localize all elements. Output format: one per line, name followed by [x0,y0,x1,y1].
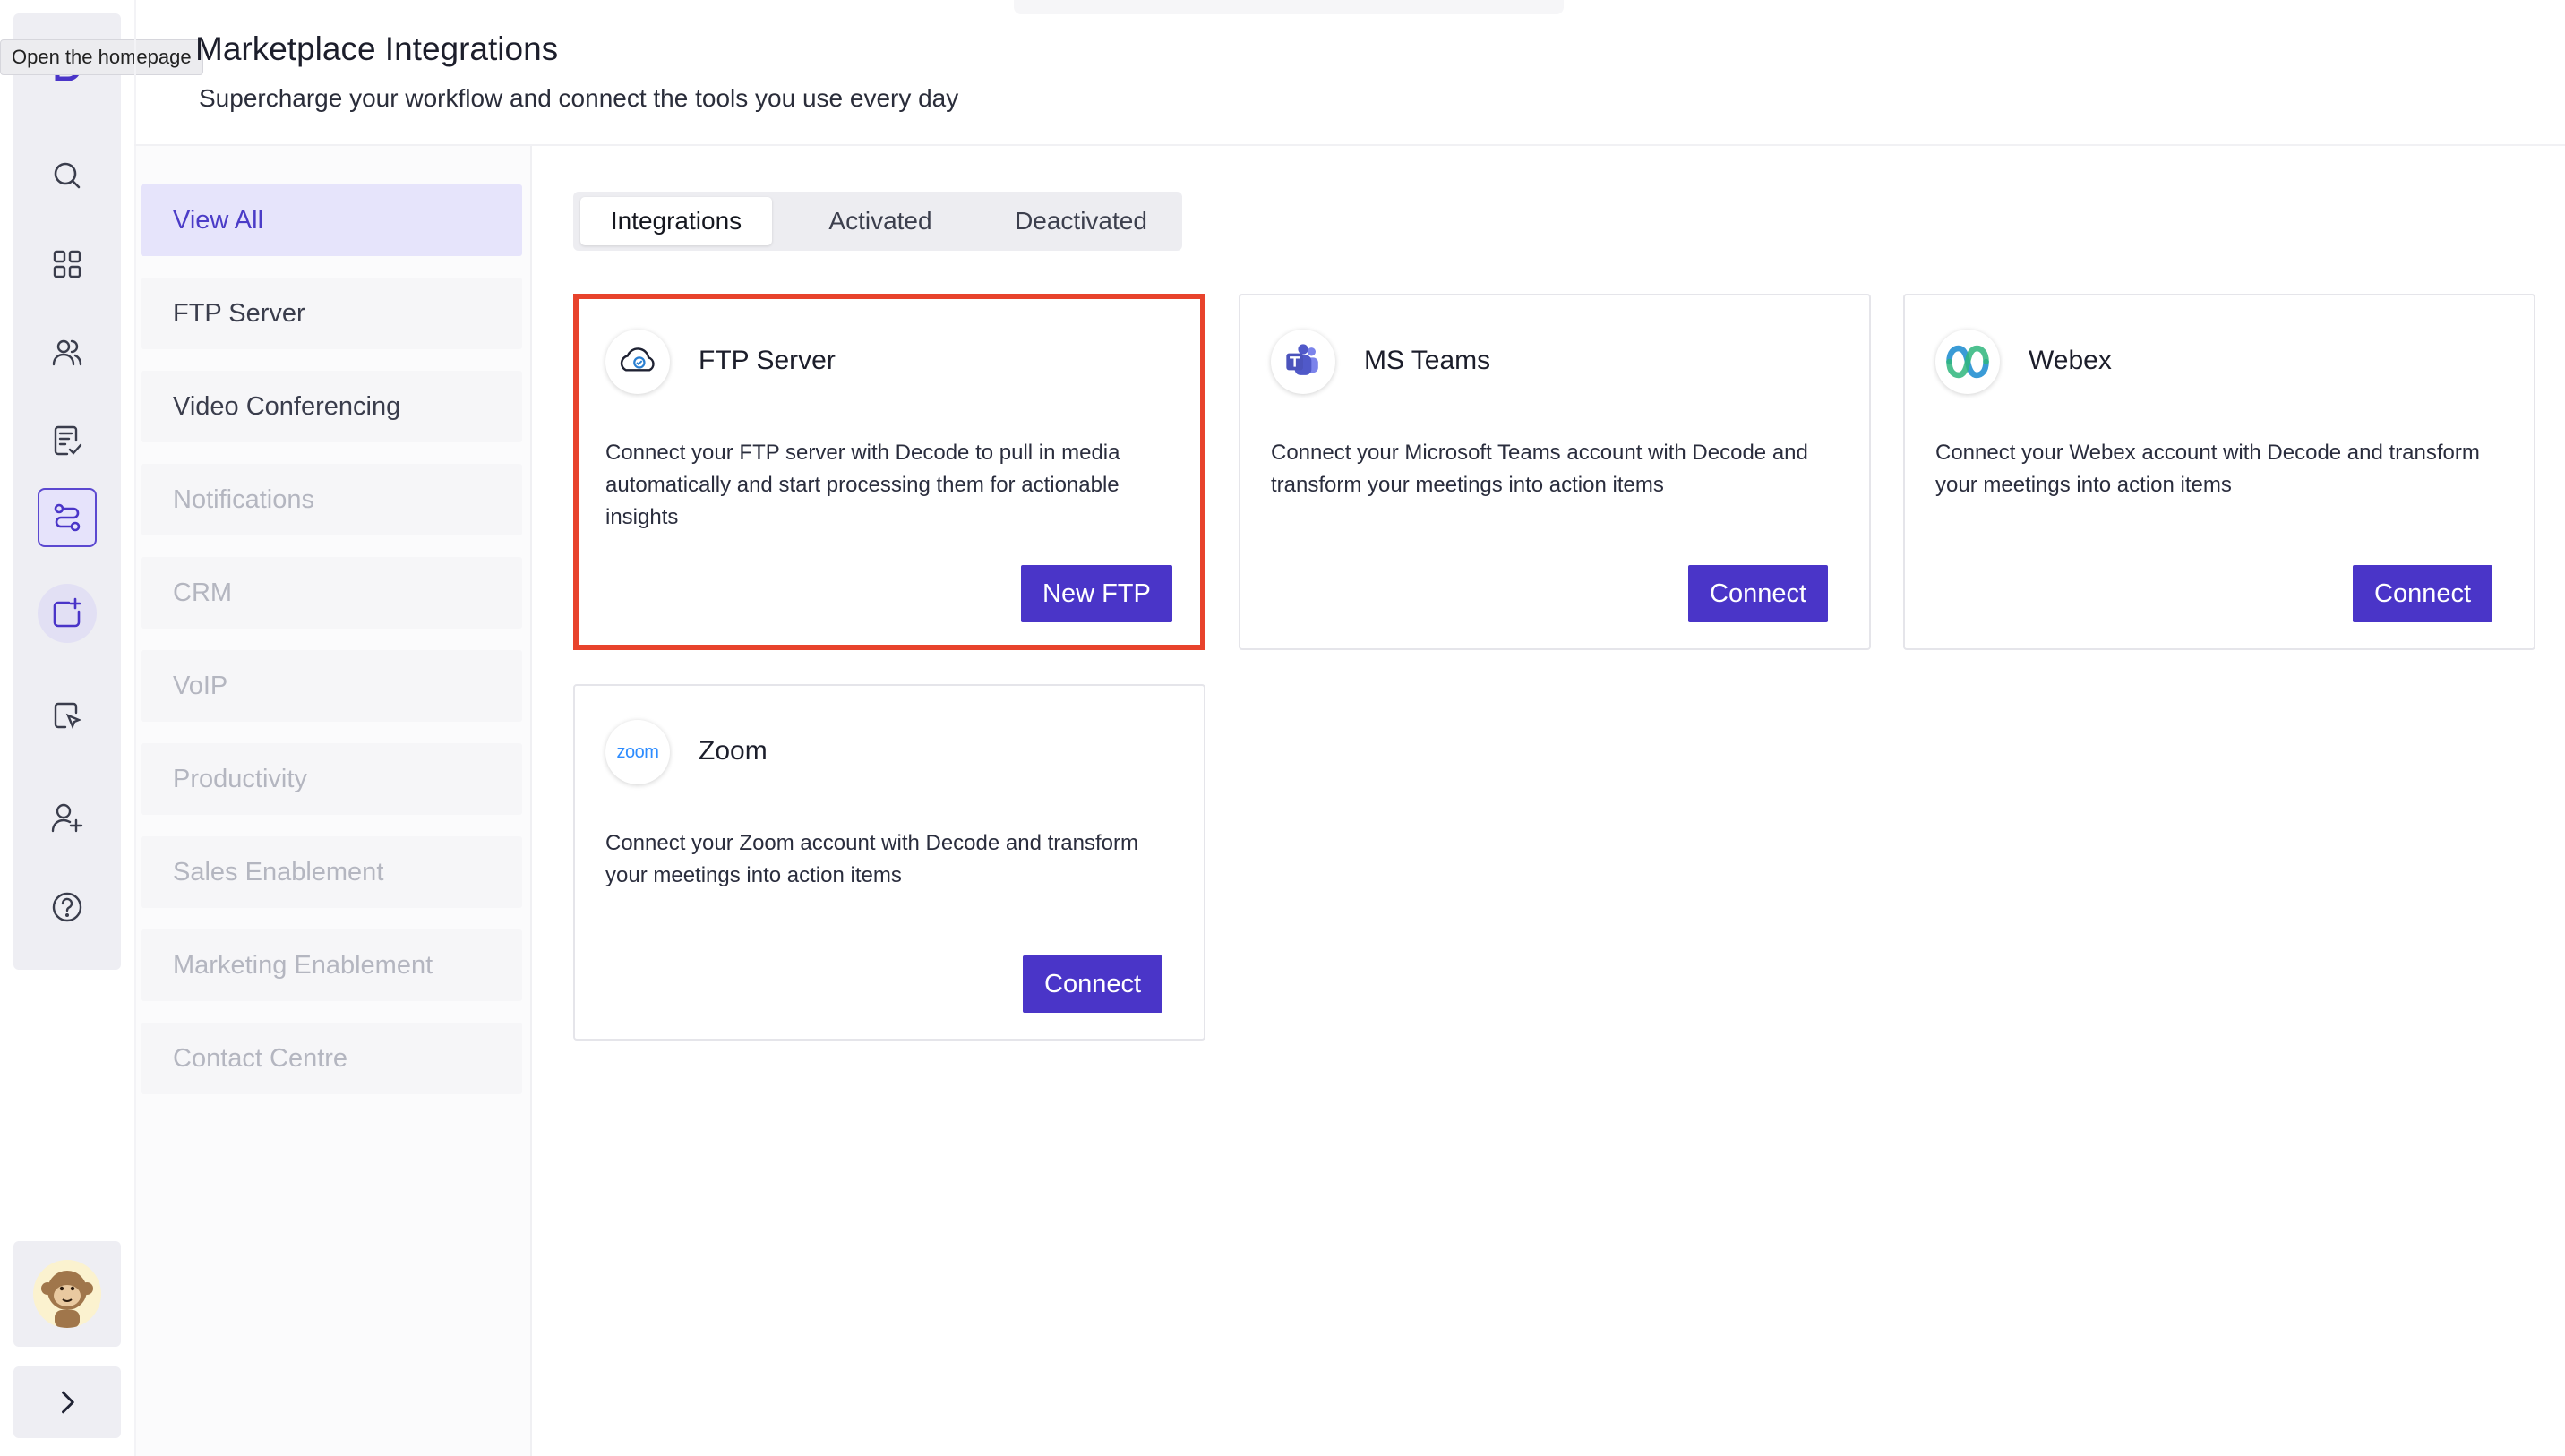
expand-sidebar-button[interactable] [13,1366,121,1438]
category-notifications: Notifications [141,464,522,535]
avatar [33,1260,101,1328]
tab-activated[interactable]: Activated [785,197,976,245]
integration-card-zoom: zoom Zoom Connect your Zoom account with… [573,684,1205,1041]
integration-tabs: Integrations Activated Deactivated [573,192,1182,251]
help-icon[interactable] [38,878,97,937]
category-productivity: Productivity [141,743,522,815]
chevron-right-icon [62,1391,74,1414]
category-marketing-enablement: Marketing Enablement [141,929,522,1001]
category-video-conferencing[interactable]: Video Conferencing [141,371,522,442]
ms-teams-icon [1271,330,1335,394]
add-media-icon[interactable] [38,584,97,643]
connect-button[interactable]: Connect [2353,565,2493,622]
zoom-logo-text: zoom [616,741,659,762]
card-description: Connect your Zoom account with Decode an… [605,831,1138,887]
icon-rail [13,13,121,970]
category-view-all[interactable]: View All [141,184,522,256]
homepage-tooltip: Open the homepage [0,39,203,75]
card-title: FTP Server [699,346,836,375]
tab-integrations[interactable]: Integrations [580,197,772,245]
tab-deactivated[interactable]: Deactivated [987,197,1175,245]
page-title: Marketplace Integrations [195,30,559,67]
category-sales-enablement: Sales Enablement [141,836,522,908]
user-avatar-button[interactable] [13,1241,121,1347]
cursor-icon[interactable] [38,687,97,746]
new-ftp-button[interactable]: New FTP [1021,565,1172,622]
category-crm: CRM [141,557,522,629]
page-subtitle: Supercharge your workflow and connect th… [199,84,959,112]
connect-button[interactable]: Connect [1023,955,1163,1013]
integration-card-ms-teams: MS Teams Connect your Microsoft Teams ac… [1239,294,1871,650]
cloud-sync-icon [605,330,670,394]
connect-button[interactable]: Connect [1688,565,1829,622]
category-voip: VoIP [141,650,522,722]
top-bar-stub [1014,0,1564,14]
category-contact-centre: Contact Centre [141,1023,522,1094]
category-divider [530,146,532,1456]
users-icon[interactable] [38,323,97,382]
integration-card-ftp: FTP Server Connect your FTP server with … [573,294,1205,650]
category-ftp-server[interactable]: FTP Server [141,278,522,349]
card-title: Webex [2029,346,2112,375]
integration-card-webex: Webex Connect your Webex account with De… [1903,294,2535,650]
integrations-icon[interactable] [38,488,97,547]
card-description: Connect your FTP server with Decode to p… [605,441,1120,529]
card-description: Connect your Microsoft Teams account wit… [1271,441,1808,497]
monkey-avatar-icon [41,1271,93,1328]
add-user-icon[interactable] [38,789,97,848]
card-description: Connect your Webex account with Decode a… [1935,441,2480,497]
search-icon[interactable] [38,146,97,205]
report-icon[interactable] [38,411,97,470]
zoom-icon: zoom [605,720,670,784]
card-title: Zoom [699,736,768,766]
grid-icon[interactable] [38,235,97,294]
card-title: MS Teams [1364,346,1491,375]
webex-icon [1935,330,2000,394]
